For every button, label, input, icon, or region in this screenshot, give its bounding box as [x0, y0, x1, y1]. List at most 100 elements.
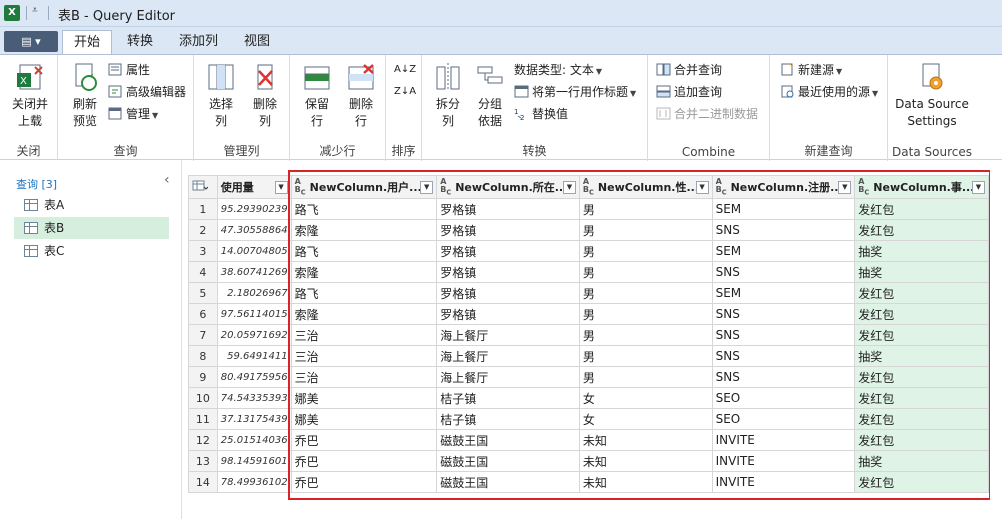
refresh-preview-label: 刷新 预览 [72, 97, 97, 128]
queries-pane-header[interactable]: 查询 [3] [16, 176, 57, 192]
table-icon [24, 245, 38, 257]
data-source-settings-button[interactable]: Data Source Settings [890, 61, 974, 130]
sort-descending-button[interactable]: Z↓A [394, 83, 416, 101]
combine-binaries-button[interactable]: 合并二进制数据 [656, 105, 758, 123]
replace-values-button[interactable]: 1 2 替换值 [514, 105, 568, 123]
refresh-preview-button[interactable]: 刷新 预览 [64, 61, 106, 130]
new-source-dropdown[interactable]: 新建源 ▼ [780, 61, 842, 79]
separator [48, 6, 49, 20]
row-number[interactable]: 10 [188, 387, 218, 409]
tab-view[interactable]: 视图 [233, 30, 281, 55]
merge-queries-button[interactable]: 合并查询 [656, 61, 722, 79]
group-by-label: 分组 依据 [477, 97, 502, 128]
cell-usage[interactable]: 38.60741269 [216, 261, 292, 283]
column-header-usage[interactable]: 使用量 ▼ [216, 175, 292, 199]
row-number[interactable]: 13 [188, 450, 218, 472]
advanced-editor-button[interactable]: 高级编辑器 [108, 83, 186, 101]
recent-sources-label: 最近使用的源 [798, 85, 871, 99]
chevron-down-icon: ▼ [595, 67, 603, 76]
row-number[interactable]: 8 [188, 345, 218, 367]
tab-add-column[interactable]: 添加列 [168, 30, 229, 55]
row-number[interactable]: 6 [188, 303, 218, 325]
row-number[interactable]: 4 [188, 261, 218, 283]
cell-usage[interactable]: 78.49936102 [216, 471, 292, 493]
group-label-manage-columns: 管理列 [223, 144, 260, 158]
group-by-icon [475, 61, 505, 93]
recent-sources-dropdown[interactable]: 最近使用的源 ▼ [780, 83, 878, 101]
choose-columns-icon [206, 61, 236, 93]
cell-usage[interactable]: 74.54335393 [216, 387, 292, 409]
query-item-table-a[interactable]: 表A [14, 194, 169, 216]
cell-usage[interactable]: 47.30558864 [216, 219, 292, 241]
sort-ascending-icon: A↓Z [394, 64, 417, 75]
query-item-label: 表B [44, 221, 65, 235]
data-type-label: 数据类型: 文本 [514, 63, 594, 77]
row-number[interactable]: 7 [188, 324, 218, 346]
row-number[interactable]: 11 [188, 408, 218, 430]
table-corner-menu[interactable] [188, 175, 218, 199]
excel-icon[interactable]: X [4, 5, 20, 21]
data-type-dropdown[interactable]: 数据类型: 文本 ▼ [514, 61, 602, 79]
selection-highlight-box [288, 170, 991, 500]
cell-usage[interactable]: 97.56114015 [216, 303, 292, 325]
cell-usage[interactable]: 95.29390239 [216, 198, 292, 220]
row-number[interactable]: 2 [188, 219, 218, 241]
group-label-query: 查询 [113, 144, 138, 158]
row-number[interactable]: 3 [188, 240, 218, 262]
group-combine: 合并查询 追加查询 合并二进制数据 Combine [648, 55, 770, 161]
refresh-icon [70, 61, 100, 93]
filter-dropdown-icon[interactable]: ▼ [274, 181, 288, 194]
row-number[interactable]: 14 [188, 471, 218, 493]
close-and-load-button[interactable]: X 关闭并 上载 [6, 61, 54, 130]
right-margin [990, 168, 1002, 508]
table-icon [24, 222, 38, 234]
keep-rows-button[interactable]: 保留 行 [296, 61, 338, 130]
query-item-table-c[interactable]: 表C [14, 240, 169, 262]
group-label-new-query: 新建查询 [804, 144, 853, 158]
cell-usage[interactable]: 37.13175439 [216, 408, 292, 430]
keep-rows-icon [302, 61, 332, 93]
row-number[interactable]: 9 [188, 366, 218, 388]
cell-usage[interactable]: 98.14591601 [216, 450, 292, 472]
cell-usage[interactable]: 59.6491411 [216, 345, 292, 367]
group-sort: A↓Z Z↓A 排序 [386, 55, 422, 161]
chevron-down-icon: ▼ [872, 89, 879, 98]
cell-usage[interactable]: 80.49175956 [216, 366, 292, 388]
manage-button[interactable]: 管理 ▼ [108, 105, 158, 123]
cell-usage[interactable]: 14.00704805 [216, 240, 292, 262]
queries-pane: 查询 [3] ‹ 表A 表B 表C [0, 160, 182, 519]
choose-columns-button[interactable]: 选择 列 [200, 61, 242, 130]
tab-transform[interactable]: 转换 [116, 30, 164, 55]
query-item-table-b[interactable]: 表B [14, 217, 169, 239]
data-source-settings-icon [917, 61, 947, 93]
properties-button[interactable]: 属性 [108, 61, 150, 79]
title-bar: X ⩡ 表B - Query Editor [0, 0, 1002, 27]
append-queries-button[interactable]: 追加查询 [656, 83, 722, 101]
combine-binaries-label: 合并二进制数据 [674, 107, 759, 121]
group-label-reduce-rows: 减少行 [319, 144, 356, 158]
remove-columns-button[interactable]: 删除 列 [244, 61, 286, 130]
row-number[interactable]: 5 [188, 282, 218, 304]
group-label-data-sources: Data Sources [892, 145, 972, 159]
cell-usage[interactable]: 20.05971692 [216, 324, 292, 346]
use-first-row-as-headers-button[interactable]: 将第一行用作标题 ▼ [514, 83, 636, 101]
file-menu-button[interactable]: ▤ ▾ [4, 31, 58, 52]
group-by-button[interactable]: 分组 依据 [470, 61, 510, 130]
cell-usage[interactable]: 25.01514036 [216, 429, 292, 451]
sort-ascending-button[interactable]: A↓Z [394, 61, 416, 79]
split-column-button[interactable]: 拆分 列 [428, 61, 468, 130]
row-number[interactable]: 1 [188, 198, 218, 220]
combine-binaries-icon [656, 107, 671, 120]
tab-home[interactable]: 开始 [62, 30, 113, 56]
manage-icon [108, 107, 123, 120]
group-manage-columns: 选择 列 删除 列 管理列 [194, 55, 290, 161]
first-row-header-icon [514, 85, 529, 98]
replace-values-icon: 12 [514, 107, 529, 122]
append-queries-icon [656, 85, 671, 98]
row-number[interactable]: 12 [188, 429, 218, 451]
remove-rows-button[interactable]: 删除 行 [340, 61, 382, 130]
group-label-close: 关闭 [16, 144, 41, 158]
cell-usage[interactable]: 2.18026967 [216, 282, 292, 304]
quick-access-dropdown-icon[interactable]: ⩡ [32, 5, 38, 16]
collapse-pane-icon[interactable]: ‹ [164, 172, 170, 188]
